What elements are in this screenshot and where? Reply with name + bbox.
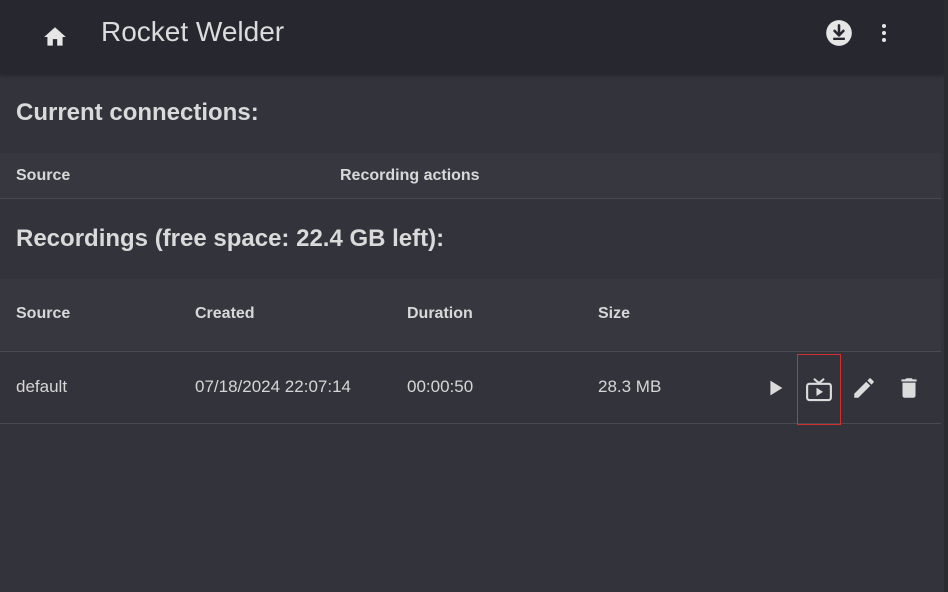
column-header-size: Size	[598, 305, 631, 322]
play-button[interactable]	[758, 352, 792, 423]
play-icon	[770, 380, 783, 395]
recordings-table-header: Source Created Duration Size	[0, 279, 941, 352]
stream-button[interactable]	[797, 354, 841, 425]
column-header-source: Source	[16, 305, 71, 322]
column-header-created: Created	[195, 305, 255, 322]
delete-icon	[901, 377, 917, 398]
edit-icon	[854, 377, 874, 398]
more-vert-icon	[882, 24, 886, 42]
connections-table-header: Source Recording actions	[0, 153, 941, 199]
edit-button[interactable]	[847, 352, 881, 423]
column-header-source: Source	[16, 167, 71, 184]
table-row: default 07/18/2024 22:07:14 00:00:50 28.…	[0, 352, 941, 425]
cell-created: 07/18/2024 22:07:14	[195, 377, 351, 396]
column-header-duration: Duration	[407, 305, 473, 322]
cell-source: default	[16, 377, 68, 396]
cell-duration: 00:00:50	[407, 377, 474, 396]
download-button[interactable]	[816, 10, 862, 56]
recordings-title: Recordings (free space: 22.4 GB left):	[16, 225, 445, 252]
cell-size: 28.3 MB	[598, 377, 662, 396]
live-tv-icon	[806, 377, 832, 401]
scrollbar-track	[944, 0, 948, 592]
column-header-recording-actions: Recording actions	[340, 167, 480, 184]
current-connections-title: Current connections:	[16, 99, 259, 126]
download-icon	[826, 20, 852, 46]
more-menu-button[interactable]	[861, 10, 907, 56]
home-button[interactable]	[32, 14, 78, 60]
delete-button[interactable]	[892, 352, 926, 423]
home-icon	[44, 27, 66, 46]
app-title: Rocket Welder	[101, 16, 285, 47]
app-bar: Rocket Welder	[0, 0, 944, 74]
